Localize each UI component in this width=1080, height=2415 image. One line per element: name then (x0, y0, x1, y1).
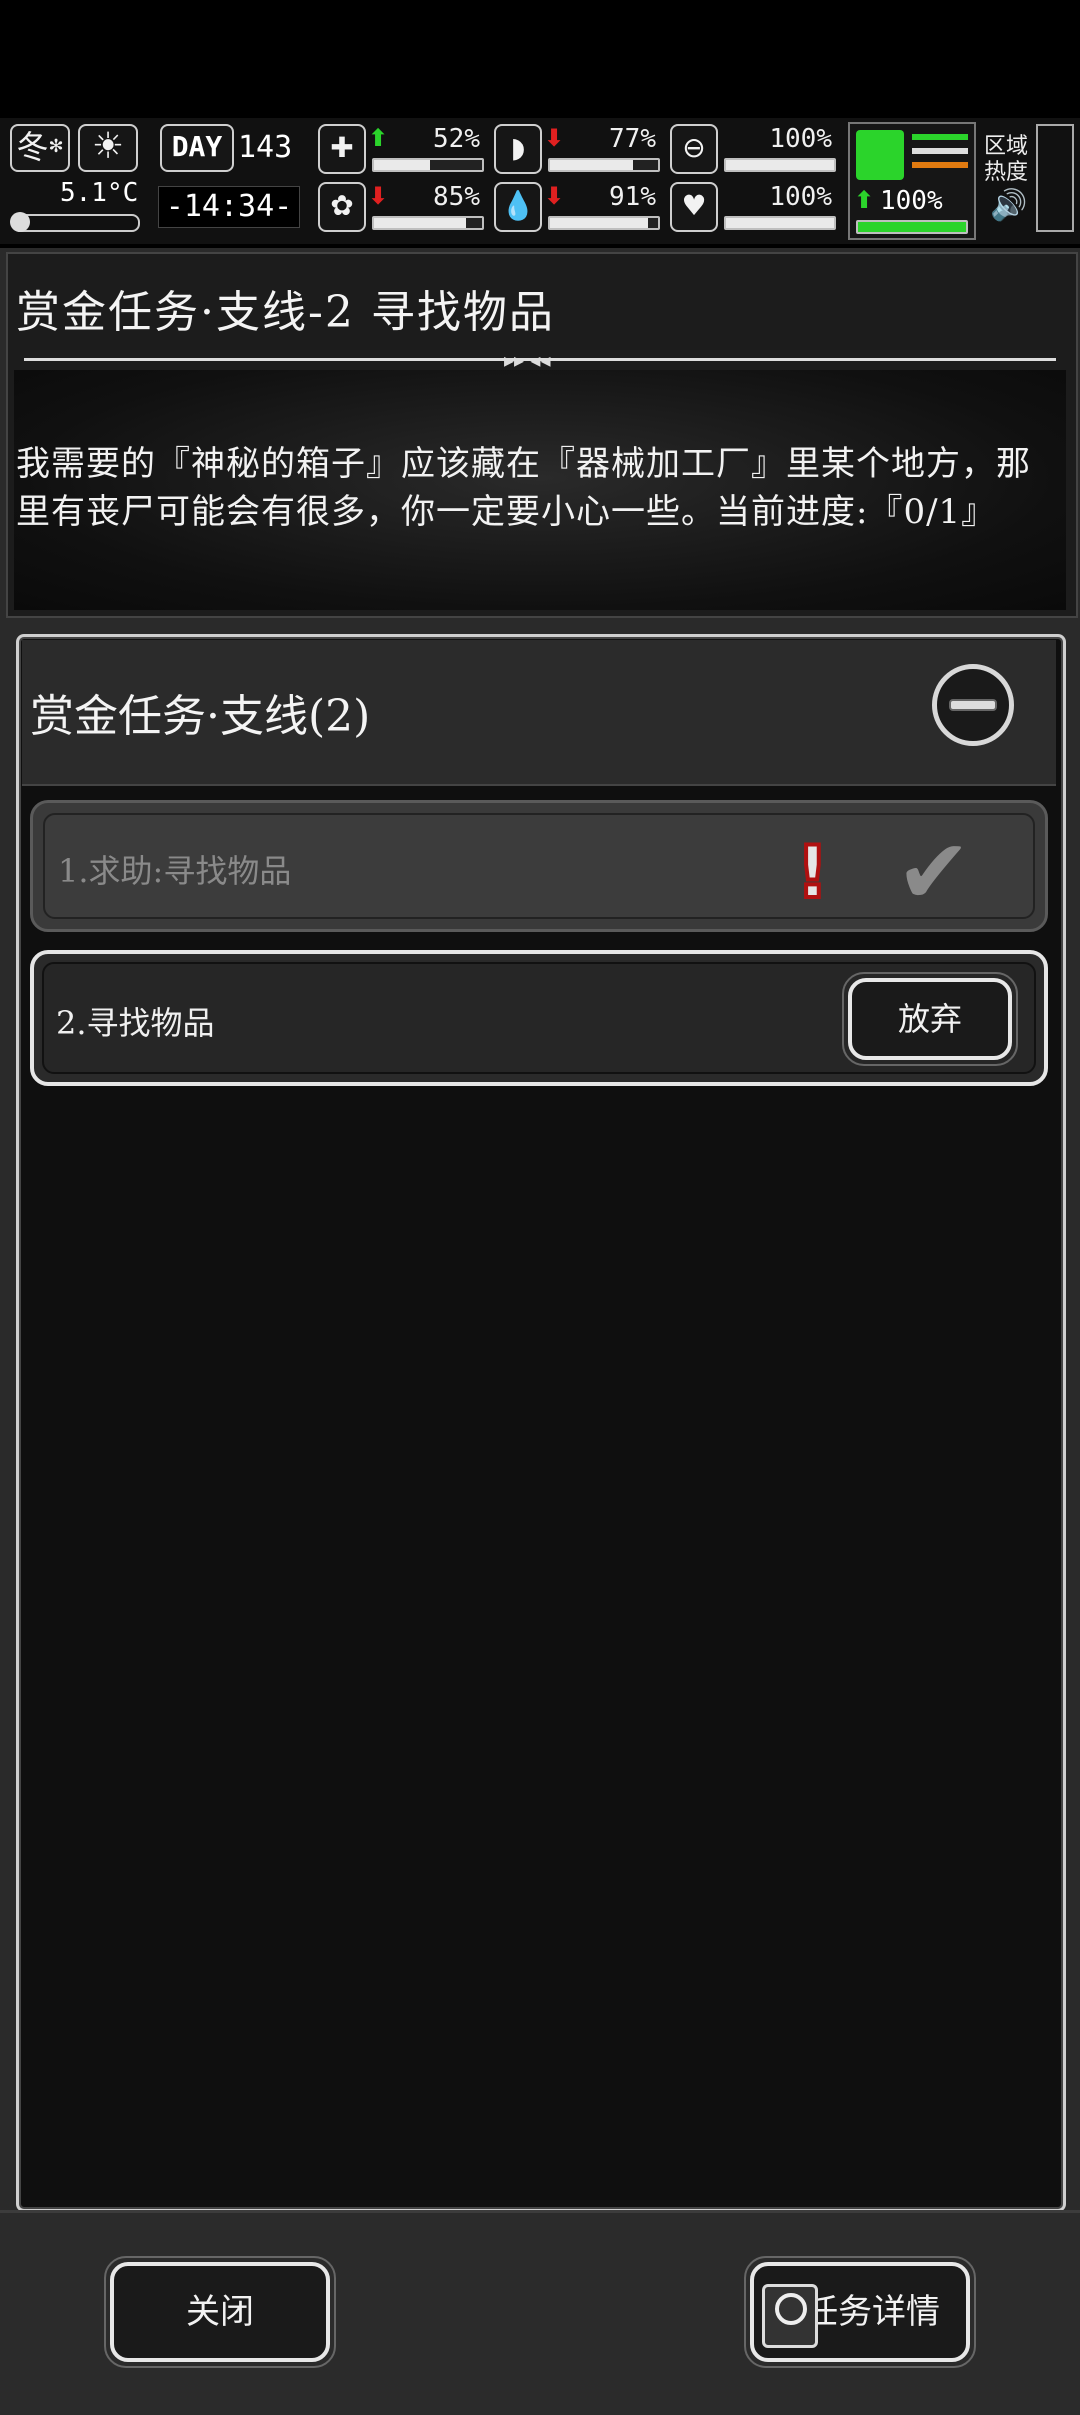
season-indicator: 冬✻ (10, 124, 70, 172)
stomach-bar (548, 158, 660, 172)
stomach-icon: ◗ (494, 124, 542, 174)
region-heat-label: 区域 热度 (984, 134, 1028, 186)
region-heat-line2: 热度 (984, 160, 1029, 185)
heart-icon: ♥ (670, 182, 718, 232)
season-label: 冬 (16, 128, 49, 166)
region-heat-meter (1036, 124, 1074, 232)
minus-icon (949, 699, 997, 711)
brain-icon: ✿ (318, 182, 366, 232)
health-bar (372, 158, 484, 172)
brain-bar (372, 216, 484, 230)
region-heat-line1: 区域 (984, 134, 1029, 159)
stamina-trend-up-icon: ⬆ (854, 186, 875, 214)
brain-value: 85% (433, 182, 480, 212)
heart-value: 100% (769, 182, 832, 212)
checkmark-icon: ✔ (896, 820, 972, 925)
heart-bar (724, 216, 836, 230)
stamina-bar (856, 220, 968, 234)
quest-title: 赏金任务·支线-2 寻找物品 (16, 287, 555, 338)
alert-icon: ! (794, 828, 831, 916)
sun-icon: ☀ (78, 124, 138, 172)
stomach-value: 77% (609, 124, 656, 154)
temperature-readout: 5.1°C (60, 178, 139, 208)
pill-value: 100% (769, 124, 832, 154)
quest-description: 我需要的『神秘的箱子』应该藏在『器械加工厂』里某个地方，那里有丧尸可能会有很多，… (16, 444, 1031, 532)
thermometer-icon (10, 212, 140, 232)
stamina-panel: ⬆ 100% (848, 122, 976, 240)
close-button[interactable]: 关闭 (104, 2256, 336, 2368)
pill-icon: ⊖ (670, 124, 718, 174)
snowflake-icon: ✻ (48, 136, 64, 157)
stamina-value: 100% (880, 186, 943, 216)
water-drop-icon: 💧 (494, 182, 542, 232)
abandon-button[interactable]: 放弃 (842, 972, 1018, 1066)
quest-list-title: 赏金任务·支线(2) (30, 691, 371, 742)
health-value: 52% (433, 124, 480, 154)
quest-details-button[interactable]: 任务详情 (744, 2256, 976, 2368)
water-value: 91% (609, 182, 656, 212)
boot-icon (856, 130, 904, 180)
quest-details-icon (762, 2284, 818, 2348)
water-bar (548, 216, 660, 230)
divider-ornament-icon: ▸▸ ◂◂ (504, 348, 551, 372)
status-hud: 冬✻ ☀ 5.1°C DAY 143 -14:34- ✚ ⬆ 52% ◗ ⬇ 77% ⊖ 10… (0, 118, 1080, 244)
quest-item-1-label: 1.求助:寻找物品 (58, 852, 292, 890)
speaker-icon[interactable]: 🔊 (990, 188, 1027, 223)
medkit-icon: ✚ (318, 124, 366, 174)
collapse-button[interactable] (932, 664, 1014, 746)
day-number: 143 (238, 130, 293, 165)
pill-bar (724, 158, 836, 172)
quest-item-2-label: 2.寻找物品 (56, 1004, 215, 1042)
day-label: DAY (160, 124, 234, 172)
clock-readout: -14:34- (158, 186, 300, 228)
